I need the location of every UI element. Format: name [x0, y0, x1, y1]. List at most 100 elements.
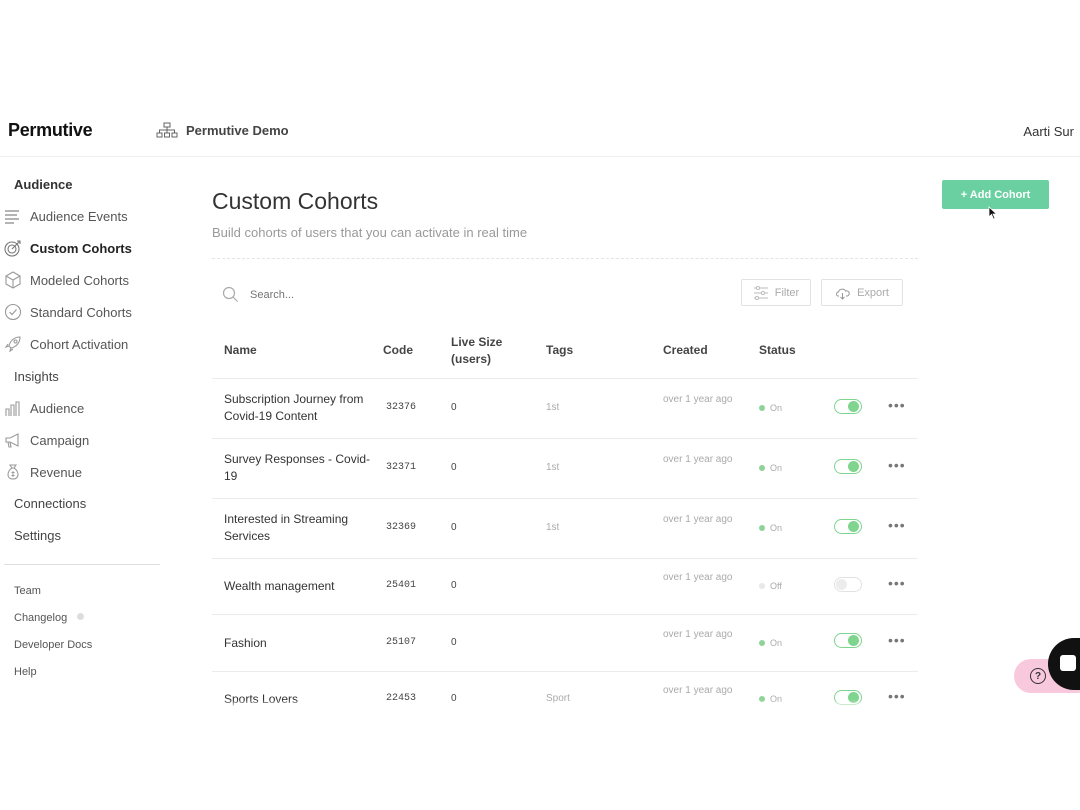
cohort-tag: 1st: [546, 402, 560, 413]
sidebar-item-connections[interactable]: Connections: [14, 496, 86, 511]
badge-check-icon: [4, 303, 22, 321]
status-toggle[interactable]: [834, 577, 862, 592]
page-title: Custom Cohorts: [212, 188, 379, 214]
sidebar-item-modeled-cohorts[interactable]: Modeled Cohorts: [4, 271, 129, 289]
footer-link-developer-docs[interactable]: Developer Docs: [14, 639, 92, 651]
status-toggle[interactable]: [834, 399, 862, 414]
megaphone-icon: [5, 433, 19, 448]
sidebar-item-campaign[interactable]: Campaign: [4, 431, 89, 449]
cohort-live-size: 0: [451, 580, 457, 591]
rocket-icon: [4, 336, 21, 353]
cohort-status: On: [759, 403, 782, 413]
list-icon: [5, 210, 19, 224]
column-header-status[interactable]: Status: [759, 342, 796, 359]
page-subtitle: Build cohorts of users that you can acti…: [212, 225, 528, 240]
cohort-created: over 1 year ago: [663, 394, 733, 405]
status-toggle[interactable]: [834, 459, 862, 474]
sidebar-item-standard-cohorts[interactable]: Standard Cohorts: [4, 303, 132, 321]
row-more-menu-icon[interactable]: •••: [888, 397, 906, 413]
header-divider: [0, 156, 1080, 157]
sidebar-item-insights-audience[interactable]: Audience: [4, 399, 84, 417]
status-text: On: [770, 638, 783, 648]
sidebar-item-label: Cohort Activation: [30, 336, 129, 352]
sidebar-heading-audience[interactable]: Audience: [14, 177, 73, 192]
question-mark-icon[interactable]: ?: [1030, 668, 1046, 684]
sidebar-divider: [4, 564, 160, 565]
toggle-knob: [848, 635, 859, 646]
toggle-knob: [848, 401, 859, 412]
cohort-created: over 1 year ago: [663, 572, 733, 583]
cohort-name[interactable]: Fashion: [224, 635, 374, 652]
table-row[interactable]: Survey Responses - Covid-19 32371 0 1st …: [212, 439, 918, 499]
row-more-menu-icon[interactable]: •••: [888, 457, 906, 473]
table-row[interactable]: Wealth management 25401 0 over 1 year ag…: [212, 559, 918, 615]
column-header-live-size[interactable]: Live Size (users): [451, 334, 511, 368]
user-menu[interactable]: Aarti Sur: [1023, 124, 1074, 139]
permutive-logo[interactable]: Permutive: [8, 120, 93, 141]
changelog-indicator-dot: [77, 613, 84, 620]
cohort-status: Off: [759, 581, 782, 591]
sidebar-item-label: Standard Cohorts: [30, 304, 132, 320]
cohort-live-size: 0: [451, 522, 457, 533]
status-dot: [759, 405, 765, 411]
export-button[interactable]: Export: [821, 279, 903, 306]
search-input[interactable]: [248, 287, 452, 302]
cohort-name[interactable]: Subscription Journey from Covid-19 Conte…: [224, 391, 374, 425]
row-more-menu-icon[interactable]: •••: [888, 632, 906, 648]
sidebar-item-custom-cohorts[interactable]: Custom Cohorts: [4, 239, 132, 257]
org-switcher[interactable]: Permutive Demo: [156, 122, 289, 138]
toggle-knob: [836, 579, 847, 590]
sidebar-item-cohort-activation[interactable]: Cohort Activation: [4, 335, 128, 353]
table-scroll-fade: [212, 700, 918, 708]
sidebar-item-label: Custom Cohorts: [30, 240, 132, 256]
table-row[interactable]: Subscription Journey from Covid-19 Conte…: [212, 379, 918, 439]
cohort-name[interactable]: Wealth management: [224, 578, 374, 595]
cohort-tag: 1st: [546, 462, 560, 473]
status-dot: [759, 640, 765, 646]
target-icon: [4, 240, 21, 257]
footer-link-help[interactable]: Help: [14, 666, 37, 678]
cohort-name[interactable]: Survey Responses - Covid-19: [224, 451, 374, 485]
status-text: On: [770, 403, 783, 413]
footer-link-team[interactable]: Team: [14, 585, 41, 597]
sidebar-item-label: Modeled Cohorts: [30, 272, 129, 288]
sliders-icon: [753, 285, 768, 300]
org-name: Permutive Demo: [186, 122, 289, 138]
column-header-tags[interactable]: Tags: [546, 342, 573, 359]
column-header-created[interactable]: Created: [663, 342, 708, 359]
sidebar-item-revenue[interactable]: Revenue: [4, 463, 82, 481]
cohort-code: 32376: [386, 402, 417, 413]
row-more-menu-icon[interactable]: •••: [888, 575, 906, 591]
status-dot: [759, 465, 765, 471]
table-row[interactable]: Fashion 25107 0 over 1 year ago On •••: [212, 615, 918, 672]
sidebar-heading-insights[interactable]: Insights: [14, 369, 59, 384]
footer-link-changelog[interactable]: Changelog: [14, 612, 67, 624]
sidebar-item-label: Campaign: [30, 432, 90, 448]
cohort-status: On: [759, 523, 782, 533]
sidebar-item-label: Revenue: [30, 464, 83, 480]
mouse-cursor-icon: [988, 206, 998, 220]
row-more-menu-icon[interactable]: •••: [888, 517, 906, 533]
cohort-created: over 1 year ago: [663, 514, 733, 525]
sidebar-item-settings[interactable]: Settings: [14, 528, 61, 543]
table-row[interactable]: Interested in Streaming Services 32369 0…: [212, 499, 918, 559]
filter-button[interactable]: Filter: [741, 279, 811, 306]
cohort-name[interactable]: Interested in Streaming Services: [224, 511, 374, 545]
sidebar-item-audience-events[interactable]: Audience Events: [4, 207, 128, 225]
cohort-code: 25401: [386, 580, 417, 591]
column-header-name[interactable]: Name: [224, 342, 257, 359]
status-dot: [759, 583, 765, 589]
cohort-live-size: 0: [451, 637, 457, 648]
status-text: Off: [770, 581, 782, 591]
status-toggle[interactable]: [834, 519, 862, 534]
status-toggle[interactable]: [834, 633, 862, 648]
cohort-live-size: 0: [451, 462, 457, 473]
cohort-created: over 1 year ago: [663, 685, 733, 696]
cohort-created: over 1 year ago: [663, 454, 733, 465]
column-header-code[interactable]: Code: [383, 342, 413, 359]
toggle-knob: [848, 461, 859, 472]
search-bar[interactable]: [222, 286, 452, 303]
cohort-code: 25107: [386, 637, 417, 648]
chart-people-icon: [5, 401, 20, 416]
add-cohort-button[interactable]: + Add Cohort: [942, 180, 1049, 209]
